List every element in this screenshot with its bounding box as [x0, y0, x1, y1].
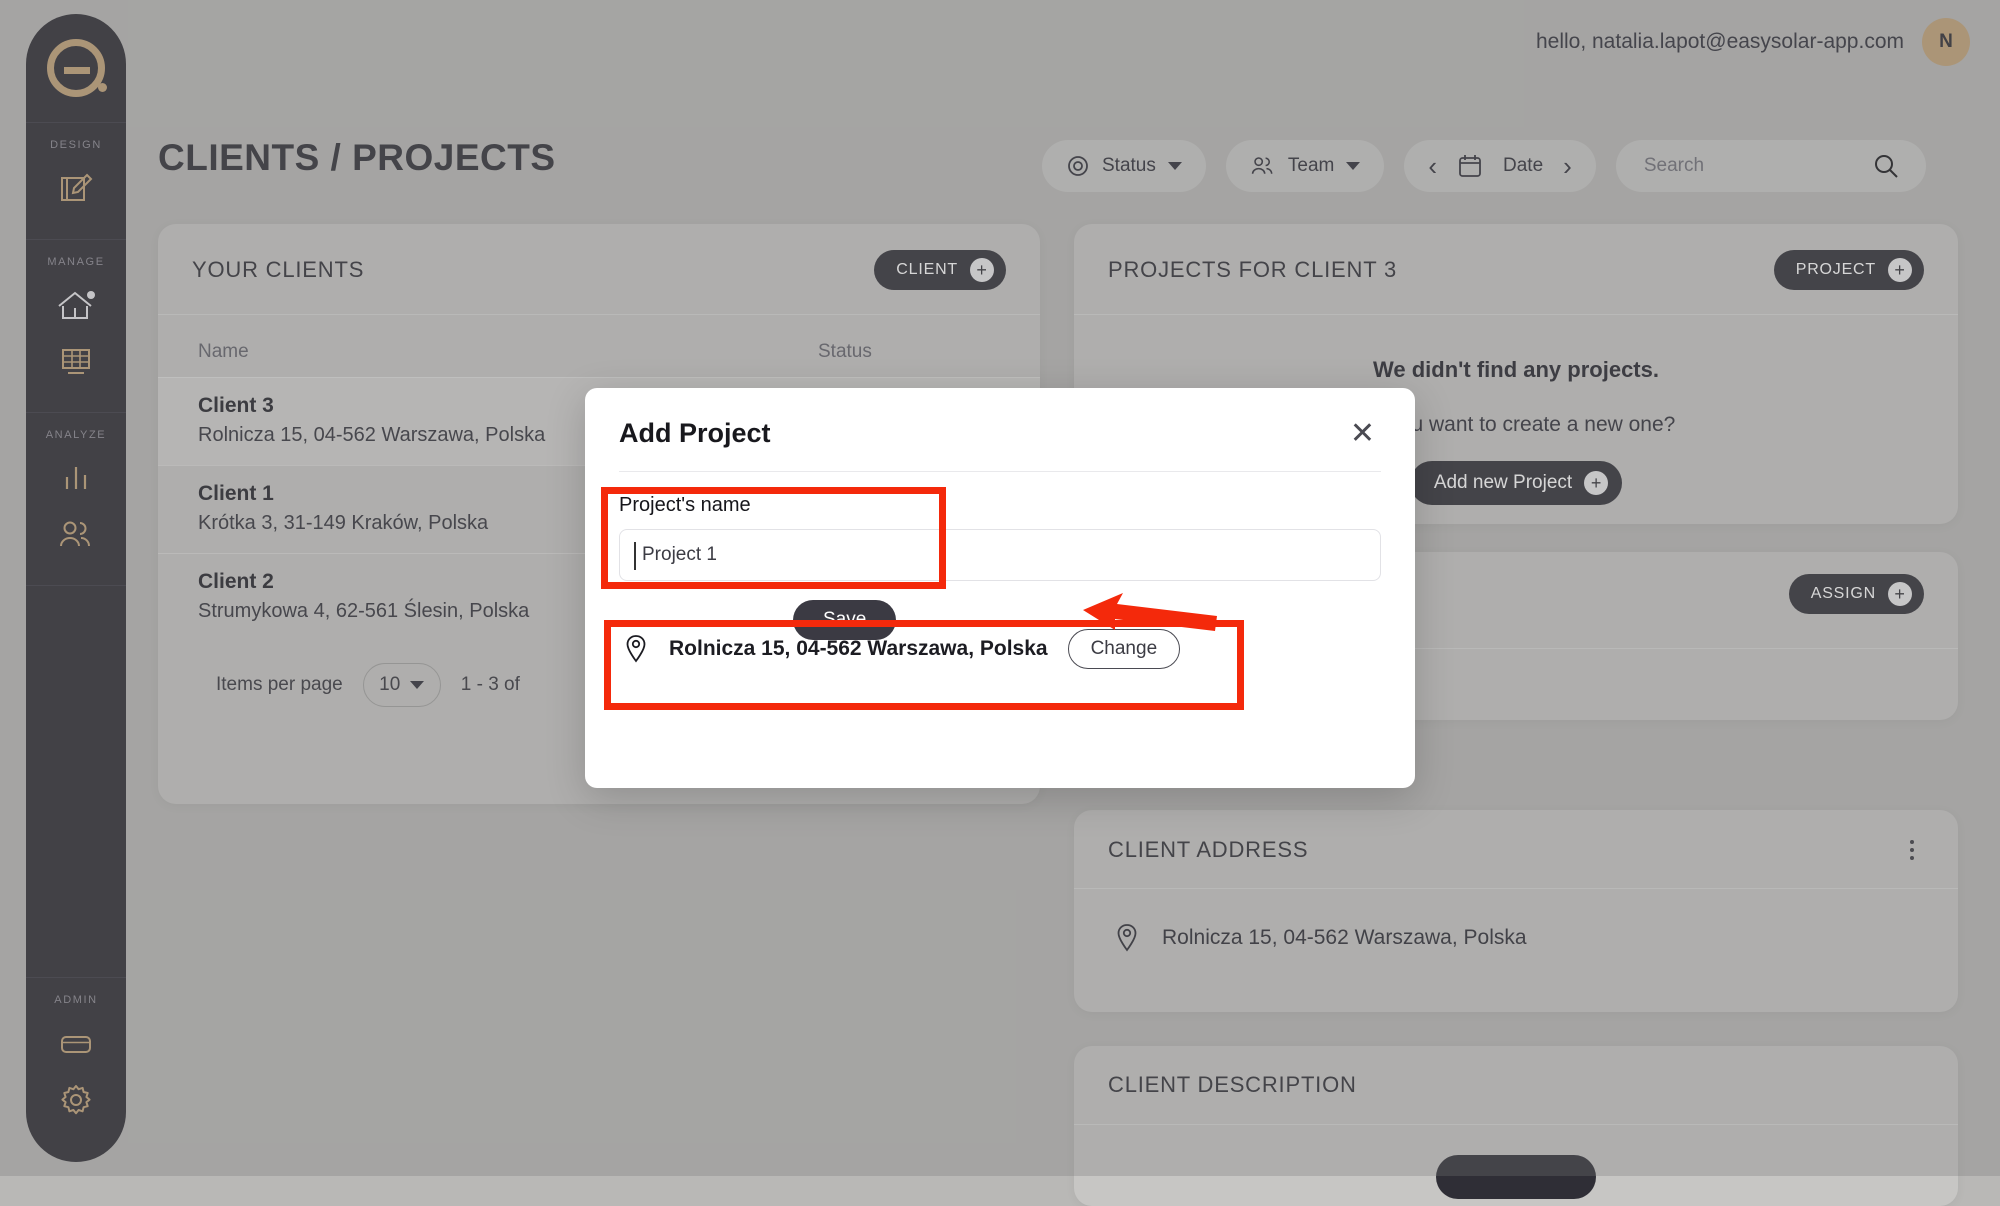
annotation-box-project-address [604, 620, 1244, 710]
close-icon[interactable]: ✕ [1344, 418, 1381, 449]
modal-title: Add Project [619, 418, 771, 448]
modal-header: Add Project ✕ [585, 388, 1415, 471]
annotation-box-project-name [601, 487, 946, 589]
